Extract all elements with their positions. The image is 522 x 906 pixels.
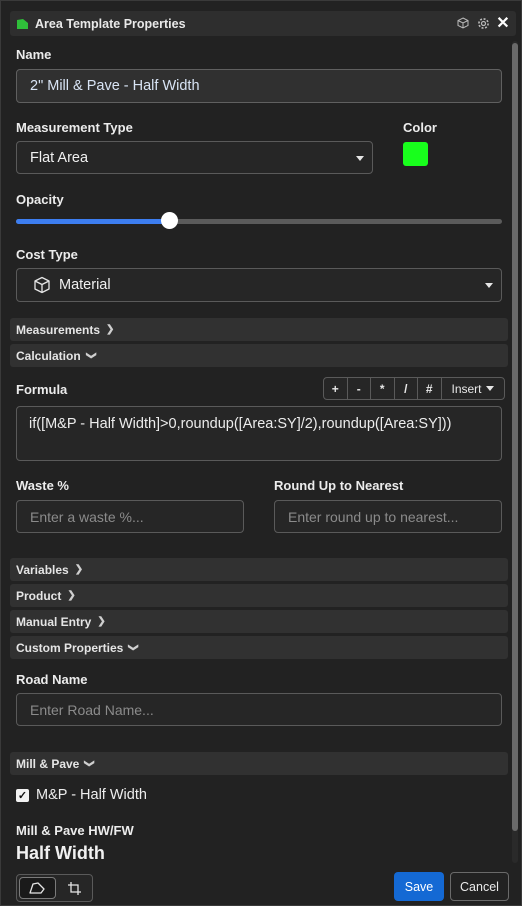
round-up-input[interactable]: Enter round up to nearest... — [274, 500, 502, 533]
section-calculation[interactable]: Calculation ❯ — [10, 344, 508, 367]
area-template-properties-panel: Area Template Properties ✕ Name 2" Mill … — [0, 0, 522, 906]
section-custom-properties[interactable]: Custom Properties ❯ — [10, 636, 508, 659]
cost-type-value: Material — [59, 277, 111, 293]
name-input[interactable]: 2" Mill & Pave - Half Width — [16, 69, 502, 103]
section-variables-label: Variables — [16, 562, 69, 577]
area-icon — [17, 18, 28, 29]
opacity-slider-fill — [16, 219, 170, 224]
cost-type-label: Cost Type — [16, 247, 78, 262]
check-icon: ✓ — [17, 790, 28, 802]
section-manual-entry-label: Manual Entry — [16, 614, 92, 629]
section-product-label: Product — [16, 588, 62, 603]
gear-icon[interactable] — [476, 15, 490, 31]
insert-dropdown[interactable]: Insert — [442, 378, 504, 399]
title-bar[interactable]: Area Template Properties ✕ — [10, 11, 516, 36]
window-title: Area Template Properties — [35, 16, 186, 31]
cost-type-select[interactable]: Material — [16, 268, 502, 302]
measurement-type-select[interactable]: Flat Area — [16, 141, 373, 174]
section-measurements-label: Measurements — [16, 322, 101, 337]
chevron-down-icon: ❯ — [84, 759, 96, 768]
section-mill-pave[interactable]: Mill & Pave ❯ — [10, 752, 508, 775]
divide-operator-button[interactable]: / — [395, 378, 418, 399]
opacity-label: Opacity — [16, 192, 64, 207]
cube-icon — [34, 276, 50, 294]
save-button[interactable]: Save — [394, 872, 444, 901]
mill-pave-hwfw-value: Half Width — [16, 843, 105, 863]
polygon-tool-button[interactable] — [19, 877, 56, 899]
mp-half-width-checkbox[interactable]: ✓ — [16, 789, 29, 802]
cancel-button[interactable]: Cancel — [450, 872, 509, 901]
color-label: Color — [403, 120, 437, 135]
section-mill-pave-label: Mill & Pave — [16, 756, 80, 771]
section-calculation-label: Calculation — [16, 348, 81, 363]
chevron-down-icon: ❯ — [128, 643, 140, 652]
close-icon[interactable]: ✕ — [496, 15, 510, 32]
formula-textarea[interactable]: if([M&P - Half Width]>0,roundup([Area:SY… — [16, 406, 502, 461]
crop-tool-icon — [68, 881, 82, 895]
waste-label: Waste % — [16, 478, 69, 493]
measurement-type-value: Flat Area — [30, 149, 89, 166]
chevron-right-icon: ❯ — [74, 564, 84, 575]
mp-half-width-label: M&P - Half Width — [36, 787, 147, 803]
insert-label: Insert — [451, 381, 482, 396]
chevron-right-icon: ❯ — [106, 324, 115, 335]
plus-operator-button[interactable]: + — [324, 378, 348, 399]
mill-pave-hwfw-label: Mill & Pave HW/FW — [16, 823, 134, 838]
chevron-down-icon — [485, 283, 493, 288]
section-custom-properties-label: Custom Properties — [16, 640, 124, 655]
opacity-slider-thumb[interactable] — [161, 212, 179, 229]
formula-toolbar: + - * / # Insert — [323, 377, 505, 400]
polygon-tool-icon — [29, 882, 45, 894]
chevron-down-icon — [356, 155, 364, 161]
round-up-label: Round Up to Nearest — [274, 478, 404, 493]
scrollbar-thumb[interactable] — [512, 43, 518, 831]
chevron-right-icon: ❯ — [97, 616, 106, 627]
minus-operator-button[interactable]: - — [348, 378, 371, 399]
multiply-operator-button[interactable]: * — [371, 378, 395, 399]
section-variables[interactable]: Variables ❯ — [10, 558, 508, 581]
section-measurements[interactable]: Measurements ❯ — [10, 318, 508, 341]
chevron-down-icon: ❯ — [85, 351, 97, 360]
hash-operator-button[interactable]: # — [418, 378, 442, 399]
color-swatch[interactable] — [403, 142, 428, 166]
measurement-type-label: Measurement Type — [16, 120, 133, 135]
section-product[interactable]: Product ❯ — [10, 584, 508, 607]
cube-icon[interactable] — [456, 15, 470, 31]
road-name-label: Road Name — [16, 672, 88, 687]
chevron-right-icon: ❯ — [67, 590, 76, 601]
chevron-down-icon — [485, 386, 494, 391]
crop-tool-button[interactable] — [58, 875, 93, 901]
formula-label: Formula — [16, 382, 68, 397]
waste-input[interactable]: Enter a waste %... — [16, 500, 244, 533]
road-name-input[interactable]: Enter Road Name... — [16, 693, 502, 726]
section-manual-entry[interactable]: Manual Entry ❯ — [10, 610, 508, 633]
name-label: Name — [16, 47, 52, 62]
tool-toggle-group — [16, 874, 93, 902]
